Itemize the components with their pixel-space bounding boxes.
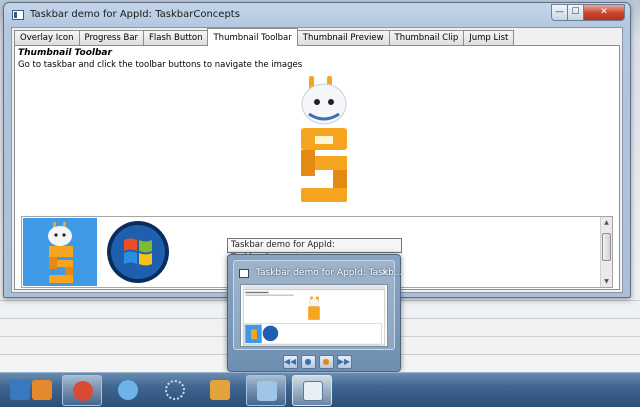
- circle-icon: [165, 380, 185, 400]
- panel-heading: Thumbnail Toolbar: [18, 48, 112, 58]
- tab-flash-button[interactable]: Flash Button: [143, 30, 209, 46]
- outlook-icon: [32, 380, 52, 400]
- thumbnail-scrollbar[interactable]: ▲ ▼: [600, 217, 612, 287]
- taskbar-tooltip: Taskbar demo for AppId: TaskbarConcepts: [227, 238, 402, 263]
- taskbar-button-office[interactable]: [200, 375, 240, 406]
- infinity-icon: [73, 381, 93, 401]
- tab-thumbnail-clip[interactable]: Thumbnail Clip: [388, 30, 465, 46]
- next-image-button[interactable]: ●: [318, 355, 334, 369]
- thumbnail-windows-logo[interactable]: [102, 218, 174, 286]
- robot-image: [301, 76, 347, 202]
- loop-icon: [118, 380, 138, 400]
- tab-thumbnail-preview[interactable]: Thumbnail Preview: [296, 30, 390, 46]
- taskbar-button-infinity[interactable]: [62, 375, 102, 406]
- scroll-thumb[interactable]: [602, 233, 611, 261]
- taskbar-button-loop[interactable]: [108, 375, 148, 406]
- panel-description: Go to taskbar and click the toolbar butt…: [18, 60, 303, 70]
- close-button[interactable]: ✕: [583, 4, 625, 21]
- maximize-button[interactable]: ☐: [567, 4, 584, 21]
- tab-jump-list[interactable]: Jump List: [463, 30, 515, 46]
- thumbnail-toolbar: ◀◀ ● ● ▶▶: [280, 355, 354, 369]
- scroll-down-icon[interactable]: ▼: [601, 276, 612, 287]
- thumbnail-robot[interactable]: [23, 218, 97, 286]
- tool-icon: [257, 381, 277, 401]
- thumbnail-preview-popup[interactable]: Taskbar demo for AppId: Taskb... ✕ ◀◀ ● …: [227, 254, 402, 372]
- window-title: Taskbar demo for AppId: TaskbarConcepts: [30, 9, 240, 20]
- taskbar-button-circle[interactable]: [155, 375, 195, 406]
- preview-window-snapshot[interactable]: [240, 284, 388, 347]
- taskbar-button-outlook[interactable]: [22, 375, 62, 406]
- tab-overlay-icon[interactable]: Overlay Icon: [14, 30, 80, 46]
- previous-image-button[interactable]: ●: [300, 355, 316, 369]
- taskbar: [0, 372, 640, 407]
- preview-app-icon: [239, 269, 249, 278]
- minimize-button[interactable]: —: [551, 4, 568, 21]
- office-icon: [210, 380, 230, 400]
- taskbar-button-tool[interactable]: [246, 375, 286, 406]
- preview-frame[interactable]: Taskbar demo for AppId: Taskb... ✕: [233, 260, 402, 350]
- preview-close-icon[interactable]: ✕: [379, 267, 391, 279]
- taskbar-button-taskbar-demo[interactable]: [292, 375, 332, 406]
- scroll-up-icon[interactable]: ▲: [601, 217, 612, 228]
- tab-progress-bar[interactable]: Progress Bar: [78, 30, 145, 46]
- tab-strip: Overlay Icon Progress Bar Flash Button T…: [14, 28, 515, 46]
- taskbar-demo-icon: [303, 381, 323, 401]
- first-image-button[interactable]: ◀◀: [282, 355, 298, 369]
- title-bar[interactable]: Taskbar demo for AppId: TaskbarConcepts …: [4, 3, 630, 27]
- last-image-button[interactable]: ▶▶: [336, 355, 352, 369]
- app-window-icon[interactable]: [12, 10, 24, 20]
- tab-thumbnail-toolbar[interactable]: Thumbnail Toolbar: [207, 28, 298, 46]
